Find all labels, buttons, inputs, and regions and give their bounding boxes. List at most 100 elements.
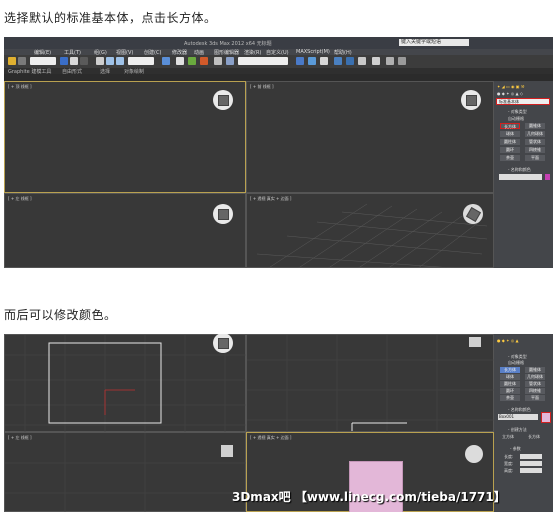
undo-icon[interactable] xyxy=(8,57,16,65)
name-color-rollout[interactable]: - 名称和颜色 xyxy=(508,407,531,413)
spinner-snap-icon[interactable] xyxy=(214,57,222,65)
viewport-top[interactable] xyxy=(4,334,247,433)
box-button[interactable]: 长方体 xyxy=(500,123,520,129)
render-setup-icon[interactable] xyxy=(372,57,380,65)
left-grid xyxy=(5,433,247,512)
viewport-left[interactable]: [ + 左 线框 ] xyxy=(4,193,246,268)
render-frame-icon[interactable] xyxy=(386,57,394,65)
teapot-button[interactable]: 茶壶 xyxy=(500,395,520,401)
tube-button[interactable]: 管状体 xyxy=(525,139,545,145)
pivot-icon[interactable] xyxy=(162,57,170,65)
height-label: 高度: xyxy=(504,468,514,473)
width-input[interactable] xyxy=(520,461,542,466)
main-toolbar xyxy=(4,55,553,68)
color-swatch[interactable] xyxy=(545,174,550,180)
caption-2: 而后可以修改颜色。 xyxy=(4,308,117,322)
layer-manager-icon[interactable] xyxy=(320,57,328,65)
length-input[interactable] xyxy=(520,454,542,459)
material-editor-icon[interactable] xyxy=(358,57,366,65)
ribbon-tab-object-paint[interactable]: 对象绘制 xyxy=(124,68,144,75)
viewcube-icon[interactable] xyxy=(465,445,483,463)
ribbon-tab-freeform[interactable]: 自由形式 xyxy=(62,68,82,75)
geosphere-button[interactable]: 几何球体 xyxy=(525,374,545,380)
autogrid-checkbox[interactable]: 自动栅格 xyxy=(508,116,524,122)
plane-button[interactable]: 平面 xyxy=(525,155,545,161)
autogrid-checkbox[interactable]: 自动栅格 xyxy=(508,360,524,366)
primitive-type-dropdown[interactable]: 标准基本体 xyxy=(496,98,550,105)
cone-button[interactable]: 圆锥体 xyxy=(525,123,545,129)
tube-button[interactable]: 管状体 xyxy=(525,381,545,387)
mirror-icon[interactable] xyxy=(296,57,304,65)
rotate-icon[interactable] xyxy=(106,57,114,65)
viewport-label: [ + 左 线框 ] xyxy=(8,196,32,201)
render-icon[interactable] xyxy=(398,57,406,65)
pyramid-button[interactable]: 四棱锥 xyxy=(525,388,545,394)
command-panel: ● ◆ ✦ ◎ ▲ - 对象类型 自动栅格 长方体 圆锥体 球体 几何球体 圆柱… xyxy=(494,334,553,512)
select-object-icon[interactable] xyxy=(60,57,68,65)
front-grid xyxy=(247,335,495,433)
command-panel: ✦ ◢ ▭ ◉ ▣ ⚒ ● ◆ ✦ ◎ ▲ ◇ 标准基本体 - 对象类型 自动栅… xyxy=(494,81,553,268)
rect-select-icon[interactable] xyxy=(80,57,88,65)
box-radio[interactable]: 长方体 xyxy=(528,434,540,440)
name-color-rollout[interactable]: - 名称和颜色 xyxy=(508,167,531,173)
snap-icon[interactable] xyxy=(176,57,184,65)
named-selection-dropdown[interactable] xyxy=(238,57,288,65)
cube-radio[interactable]: 立方体 xyxy=(502,434,514,440)
select-by-name-icon[interactable] xyxy=(70,57,78,65)
cone-button[interactable]: 圆锥体 xyxy=(525,367,545,373)
params-rollout[interactable]: - 参数 xyxy=(510,446,521,452)
ribbon-tab-selection[interactable]: 选择 xyxy=(100,68,110,75)
height-input[interactable] xyxy=(520,468,542,473)
move-icon[interactable] xyxy=(96,57,104,65)
name-input[interactable] xyxy=(499,174,542,180)
viewcube-icon[interactable] xyxy=(213,204,233,224)
width-label: 宽度: xyxy=(504,461,514,466)
create-method-rollout[interactable]: - 创建方法 xyxy=(508,427,527,433)
pyramid-button[interactable]: 四棱锥 xyxy=(525,147,545,153)
viewport-top[interactable]: [ + 顶 线框 ] xyxy=(4,81,246,193)
percent-snap-icon[interactable] xyxy=(200,57,208,65)
name-input[interactable]: Box001 xyxy=(498,414,538,420)
geosphere-button[interactable]: 几何球体 xyxy=(525,131,545,137)
plane-button[interactable]: 平面 xyxy=(525,395,545,401)
viewcube-icon[interactable] xyxy=(213,334,233,353)
box-button[interactable]: 长方体 xyxy=(500,367,520,373)
redo-icon[interactable] xyxy=(18,57,26,65)
create-tab-icon[interactable]: ● ◆ ✦ ◎ ▲ xyxy=(497,338,519,343)
viewport-label: [ + 前 线框 ] xyxy=(250,84,274,89)
object-type-rollout[interactable]: - 对象类型 xyxy=(508,109,527,115)
viewcube-icon[interactable] xyxy=(461,90,481,110)
sphere-button[interactable]: 球体 xyxy=(500,131,520,137)
viewport-front[interactable] xyxy=(246,334,495,433)
search-input[interactable]: 键入关键字或短语 xyxy=(399,39,469,46)
ribbon-tab-graphite[interactable]: Graphite 建模工具 xyxy=(8,68,51,75)
cylinder-button[interactable]: 圆柱体 xyxy=(500,381,520,387)
color-swatch[interactable] xyxy=(541,412,551,423)
edit-named-selection-icon[interactable] xyxy=(226,57,234,65)
angle-snap-icon[interactable] xyxy=(188,57,196,65)
viewcube-icon[interactable] xyxy=(463,204,483,224)
viewport-label: [ + 顶 线框 ] xyxy=(8,84,32,89)
cylinder-button[interactable]: 圆柱体 xyxy=(500,139,520,145)
viewport-front[interactable]: [ + 前 线框 ] xyxy=(246,81,494,193)
torus-button[interactable]: 圆环 xyxy=(500,388,520,394)
length-label: 长度: xyxy=(504,454,514,459)
viewcube-icon[interactable] xyxy=(213,90,233,110)
selection-filter-dropdown[interactable] xyxy=(30,57,56,65)
geometry-icon[interactable]: ● ◆ ✦ ◎ ▲ ◇ xyxy=(497,91,523,96)
align-icon[interactable] xyxy=(308,57,316,65)
sphere-button[interactable]: 球体 xyxy=(500,374,520,380)
screenshot-2: [ + 左 线框 ] [ + 透视 真实 + 边面 ] ● ◆ ✦ ◎ ▲ - … xyxy=(4,334,553,512)
curve-editor-icon[interactable] xyxy=(334,57,342,65)
viewport-perspective[interactable]: [ + 透视 真实 + 边面 ] xyxy=(246,193,494,268)
reference-coord-dropdown[interactable] xyxy=(128,57,154,65)
teapot-button[interactable]: 茶壶 xyxy=(500,155,520,161)
create-tab-icon[interactable]: ✦ ◢ ▭ ◉ ▣ ⚒ xyxy=(497,84,524,89)
viewcube-icon[interactable] xyxy=(469,337,481,347)
screenshot-1: Autodesk 3ds Max 2012 x64 无标题 键入关键字或短语 编… xyxy=(4,37,553,268)
viewport-left[interactable]: [ + 左 线框 ] xyxy=(4,432,247,512)
scale-icon[interactable] xyxy=(116,57,124,65)
viewcube-icon[interactable] xyxy=(221,445,233,457)
schematic-view-icon[interactable] xyxy=(346,57,354,65)
torus-button[interactable]: 圆环 xyxy=(500,147,520,153)
